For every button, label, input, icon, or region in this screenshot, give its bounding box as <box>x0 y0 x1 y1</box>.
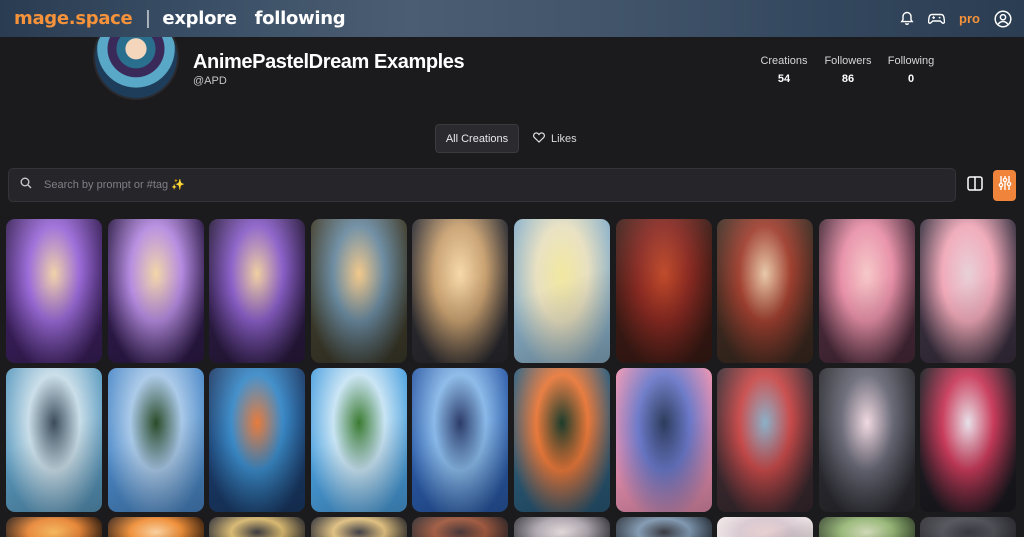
creation-thumbnail[interactable] <box>920 368 1016 512</box>
stat-label: Following <box>887 55 935 67</box>
thumbnail-shading <box>412 219 508 363</box>
creation-thumbnail[interactable] <box>616 517 712 537</box>
thumbnail-shading <box>616 219 712 363</box>
thumbnail-shading <box>6 219 102 363</box>
thumbnail-shading <box>920 219 1016 363</box>
tab-all-creations[interactable]: All Creations <box>435 124 519 153</box>
thumbnail-shading <box>108 219 204 363</box>
creation-thumbnail[interactable] <box>412 219 508 363</box>
sliders-icon <box>998 175 1012 196</box>
creation-thumbnail[interactable] <box>311 517 407 537</box>
thumbnail-shading <box>311 517 407 537</box>
thumbnail-shading <box>819 219 915 363</box>
creation-thumbnail[interactable] <box>108 368 204 512</box>
creation-thumbnail[interactable] <box>717 517 813 537</box>
creation-thumbnail[interactable] <box>311 368 407 512</box>
creation-thumbnail[interactable] <box>209 219 305 363</box>
creation-thumbnail[interactable] <box>819 219 915 363</box>
thumbnail-shading <box>819 368 915 512</box>
stat-value: 86 <box>841 73 855 85</box>
thumbnail-shading <box>514 219 610 363</box>
stat-value: 0 <box>907 73 915 85</box>
search-bar <box>8 168 956 202</box>
thumbnail-shading <box>6 368 102 512</box>
creation-thumbnail[interactable] <box>819 517 915 537</box>
stat-label: Creations <box>760 55 808 67</box>
thumbnail-shading <box>514 517 610 537</box>
thumbnail-shading <box>209 517 305 537</box>
filter-button[interactable] <box>993 170 1016 201</box>
thumbnail-shading <box>108 368 204 512</box>
top-navigation-bar: mage.space | explore following pro <box>0 0 1024 37</box>
tab-likes[interactable]: Likes <box>533 124 577 153</box>
thumbnail-shading <box>209 368 305 512</box>
stat-creations[interactable]: Creations 54 <box>758 55 810 85</box>
layout-toggle-button[interactable] <box>962 173 988 199</box>
nav-explore[interactable]: explore <box>162 8 237 29</box>
user-circle-icon[interactable] <box>994 9 1012 28</box>
pro-link[interactable]: pro <box>959 11 980 26</box>
thumbnail-shading <box>412 368 508 512</box>
search-icon <box>20 176 32 194</box>
creation-thumbnail[interactable] <box>514 368 610 512</box>
bell-icon[interactable] <box>900 11 914 26</box>
creation-thumbnail[interactable] <box>209 517 305 537</box>
thumbnail-shading <box>311 368 407 512</box>
gamepad-icon[interactable] <box>928 12 946 26</box>
creation-thumbnail[interactable] <box>108 517 204 537</box>
creation-thumbnail[interactable] <box>717 368 813 512</box>
thumbnail-shading <box>717 368 813 512</box>
thumbnail-shading <box>819 517 915 537</box>
stat-followers[interactable]: Followers 86 <box>822 55 874 85</box>
nav-following[interactable]: following <box>255 8 346 29</box>
creation-thumbnail[interactable] <box>920 517 1016 537</box>
creation-thumbnail[interactable] <box>412 368 508 512</box>
creation-thumbnail[interactable] <box>920 219 1016 363</box>
creation-thumbnail[interactable] <box>6 368 102 512</box>
creation-thumbnail[interactable] <box>209 368 305 512</box>
thumbnail-shading <box>717 219 813 363</box>
stat-label: Followers <box>824 55 872 67</box>
stat-following[interactable]: Following 0 <box>885 55 937 85</box>
creation-thumbnail[interactable] <box>616 219 712 363</box>
thumbnail-shading <box>514 368 610 512</box>
thumbnail-shading <box>209 219 305 363</box>
thumbnail-shading <box>311 219 407 363</box>
heart-icon <box>533 131 545 146</box>
header-actions: pro <box>900 0 1012 37</box>
creation-thumbnail[interactable] <box>819 368 915 512</box>
columns-icon <box>967 176 983 196</box>
creation-thumbnail[interactable] <box>108 219 204 363</box>
creation-thumbnail[interactable] <box>412 517 508 537</box>
stat-value: 54 <box>777 73 791 85</box>
tab-likes-label: Likes <box>551 132 577 145</box>
thumbnail-shading <box>6 517 102 537</box>
creation-thumbnail[interactable] <box>717 219 813 363</box>
thumbnail-shading <box>920 368 1016 512</box>
thumbnail-shading <box>616 368 712 512</box>
profile-name: AnimePastelDream Examples <box>193 51 465 73</box>
thumbnail-shading <box>616 517 712 537</box>
thumbnail-shading <box>108 517 204 537</box>
thumbnail-shading <box>412 517 508 537</box>
profile-handle: @APD <box>193 75 227 87</box>
site-logo[interactable]: mage.space <box>14 8 133 29</box>
creation-thumbnail[interactable] <box>311 219 407 363</box>
thumbnail-shading <box>717 517 813 537</box>
creation-thumbnail[interactable] <box>616 368 712 512</box>
creation-thumbnail[interactable] <box>514 517 610 537</box>
search-input[interactable] <box>44 179 904 191</box>
creation-thumbnail[interactable] <box>6 219 102 363</box>
nav-separator: | <box>145 7 151 29</box>
creation-thumbnail[interactable] <box>6 517 102 537</box>
thumbnail-shading <box>920 517 1016 537</box>
creation-thumbnail[interactable] <box>514 219 610 363</box>
